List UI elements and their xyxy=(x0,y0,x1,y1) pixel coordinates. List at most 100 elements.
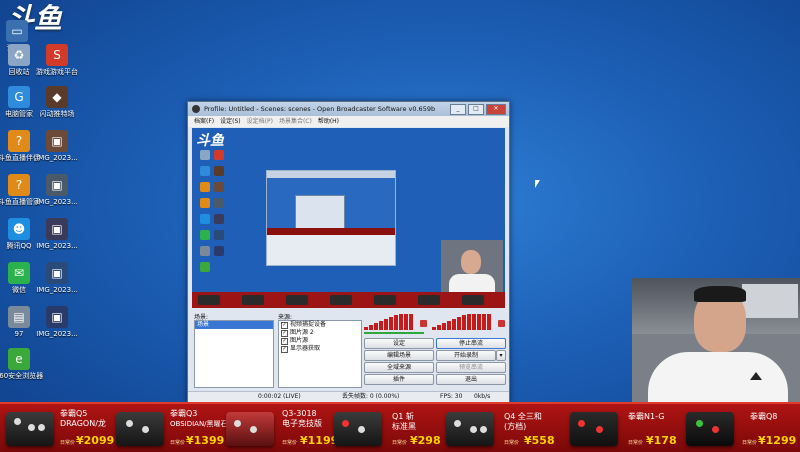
scenes-list[interactable]: 场景 xyxy=(194,320,274,388)
ad-product[interactable]: 拳霸Q8 日常价 ¥1299 xyxy=(686,404,798,452)
preview-ad-strip xyxy=(192,292,505,308)
arcade-stick-icon xyxy=(116,412,164,446)
ad-product[interactable]: Q4 全三和 (方档) 日常价 ¥558 xyxy=(446,404,556,452)
arcade-stick-icon xyxy=(226,412,274,446)
microphone-icon[interactable] xyxy=(420,320,427,327)
desktop-icon-game-platform[interactable]: S 游戏游戏平台 xyxy=(28,44,86,77)
desktop-volume-meter[interactable] xyxy=(432,314,491,330)
record-dropdown-button[interactable]: ▾ xyxy=(496,350,506,361)
source-item[interactable]: ✓ 图片源 xyxy=(279,337,361,345)
preview-desktop-icon xyxy=(214,198,224,208)
preview-desktop-icon xyxy=(200,198,210,208)
preview-desktop-icon xyxy=(214,246,224,256)
app-icon: ◆ xyxy=(46,86,68,108)
obs-titlebar[interactable]: Profile: Untitled - Scenes: scenes - Ope… xyxy=(188,102,509,116)
menu-help[interactable]: 帮助(H) xyxy=(318,116,339,127)
speaker-icon[interactable] xyxy=(498,320,505,327)
preview-desktop-icon xyxy=(200,230,210,240)
obs-menubar: 档案(F) 设定(S) 设定档(P) 场景集合(C) 帮助(H) xyxy=(188,116,509,127)
preview-webcam xyxy=(441,240,503,300)
preview-desktop-icon xyxy=(214,230,224,240)
image-file-icon: ▣ xyxy=(46,218,68,240)
arcade-stick-icon xyxy=(686,412,734,446)
mouse-cursor-icon xyxy=(535,180,540,188)
sources-list[interactable]: ✓ 视频捕捉设备 ✓ 图片源 2 ✓ 图片源 ✓ 显示器获取 xyxy=(278,320,362,388)
image-file-icon: ▣ xyxy=(46,130,68,152)
preview-desktop-icon xyxy=(214,214,224,224)
settings-button[interactable]: 设定 xyxy=(364,338,434,349)
browser-icon: e xyxy=(8,348,30,370)
exit-button[interactable]: 退出 xyxy=(436,374,506,385)
preview-douyu-logo: 斗鱼 xyxy=(196,132,224,148)
edit-scene-button[interactable]: 编辑场景 xyxy=(364,350,434,361)
obs-window-title: Profile: Untitled - Scenes: scenes - Ope… xyxy=(204,105,436,113)
ad-product[interactable]: 拳霸Q3 OBSIDIAN/黑曜石 日常价 ¥1399 xyxy=(114,404,228,452)
menu-scene-collection[interactable]: 场景集合(C) xyxy=(279,116,312,127)
preview-desktop-icon xyxy=(200,262,210,272)
preview-desktop-icon xyxy=(200,166,210,176)
ad-product[interactable]: Q3-3018 电子竞技版 日常价 ¥1199 xyxy=(226,404,338,452)
obs-window: Profile: Untitled - Scenes: scenes - Ope… xyxy=(187,101,510,403)
chevron-down-icon: ▾ xyxy=(499,352,503,359)
checkbox-icon[interactable]: ✓ xyxy=(281,321,288,329)
fps-readout: FPS: 30 xyxy=(440,393,463,400)
preview-desktop-icon xyxy=(200,214,210,224)
menu-profile[interactable]: 设定档(P) xyxy=(247,116,273,127)
stop-stream-button[interactable]: 停止串流 xyxy=(436,338,506,349)
bitrate-readout: 0kb/s xyxy=(474,393,491,400)
menu-file[interactable]: 档案(F) xyxy=(194,116,214,127)
stream-preview: 斗鱼 xyxy=(192,128,505,308)
minimize-button[interactable]: _ xyxy=(450,104,466,115)
ad-product[interactable]: 拳霸N1-G 日常价 ¥178 xyxy=(570,404,682,452)
arcade-stick-icon xyxy=(570,412,618,446)
checkbox-icon[interactable]: ✓ xyxy=(281,337,288,345)
maximize-button[interactable]: □ xyxy=(468,104,484,115)
preview-nested-window xyxy=(266,170,396,266)
dropped-frames: 丢失帧数: 0 (0.00%) xyxy=(342,393,400,400)
webcam-overlay xyxy=(632,278,800,402)
checkbox-icon[interactable]: ✓ xyxy=(281,345,288,353)
wechat-icon: ✉ xyxy=(8,262,30,284)
checkbox-icon[interactable]: ✓ xyxy=(281,329,288,337)
pc-manager-icon: G xyxy=(8,86,30,108)
folder-icon: ▤ xyxy=(8,306,30,328)
qq-icon: ☻ xyxy=(8,218,30,240)
obs-control-area: 场景: 场景 来源: ✓ 视频捕捉设备 ✓ 图片源 2 ✓ 图片源 ✓ 显示器获取 设定… xyxy=(192,312,506,398)
preview-stream-button[interactable]: 预览串流 xyxy=(436,362,506,373)
scene-item[interactable]: 场景 xyxy=(195,321,273,329)
douyu-live-icon: ? xyxy=(8,130,30,152)
desktop-icon-image-1[interactable]: ▣ IMG_2023... xyxy=(28,130,86,163)
arcade-stick-icon xyxy=(334,412,382,446)
desktop-icon-image-3[interactable]: ▣ IMG_2023... xyxy=(28,218,86,251)
preview-desktop-icon xyxy=(200,246,210,256)
stream-time: 0:00:02 (LIVE) xyxy=(258,393,301,400)
recycle-bin-icon: ♻ xyxy=(8,44,30,66)
image-file-icon: ▣ xyxy=(46,306,68,328)
preview-desktop-icon xyxy=(200,182,210,192)
global-sources-button[interactable]: 全域来源 xyxy=(364,362,434,373)
desktop-icon-image-5[interactable]: ▣ IMG_2023... xyxy=(28,306,86,339)
desktop-icon-360-browser[interactable]: e360安全浏览器 xyxy=(0,348,48,381)
arcade-stick-icon xyxy=(6,412,54,446)
obs-app-icon xyxy=(192,105,200,113)
desktop-icon-image-4[interactable]: ▣ IMG_2023... xyxy=(28,262,86,295)
close-button[interactable]: ✕ xyxy=(486,104,506,115)
source-item[interactable]: ✓ 图片源 2 xyxy=(279,329,361,337)
desktop-icon-app[interactable]: ◆ 闪动推特场 xyxy=(28,86,86,119)
desktop-icon-image-2[interactable]: ▣ IMG_2023... xyxy=(28,174,86,207)
preview-desktop-icon xyxy=(214,150,224,160)
plugins-button[interactable]: 插件 xyxy=(364,374,434,385)
game-platform-icon: S xyxy=(46,44,68,66)
source-item[interactable]: ✓ 视频捕捉设备 xyxy=(279,321,361,329)
preview-desktop-icon xyxy=(200,150,210,160)
source-item[interactable]: ✓ 显示器获取 xyxy=(279,345,361,353)
level-indicator xyxy=(364,332,424,334)
computer-icon: ▭ xyxy=(6,20,28,42)
ad-product[interactable]: Q1 斩 标准黑 日常价 ¥298 xyxy=(334,404,441,452)
arcade-stick-icon xyxy=(446,412,494,446)
image-file-icon: ▣ xyxy=(46,174,68,196)
ad-product[interactable]: 拳霸Q5 DRAGON/龙 日常价 ¥2099 xyxy=(4,404,114,452)
start-record-button[interactable]: 开始录制 xyxy=(436,350,496,361)
menu-settings[interactable]: 设定(S) xyxy=(220,116,241,127)
mic-volume-meter[interactable] xyxy=(364,314,413,330)
